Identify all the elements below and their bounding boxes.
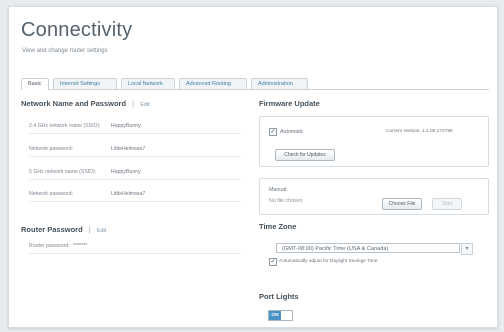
password-5-value: LittleHelmsea7 [111,191,146,197]
network-section-title: Network Name and Password | Edit [21,99,150,108]
router-password-value: ******* [73,243,88,249]
password-24-label: Network password: [29,146,74,152]
router-password-label: Router password: [29,243,70,249]
no-file-chosen-text: No file chosen [269,198,303,204]
current-version: Current Version: 1.1.00.172796 [386,129,453,134]
ssid-24-label: 2.4 GHz network name (SSID): [29,123,101,129]
connectivity-window: Connectivity View and change router sett… [8,6,498,328]
chevron-down-icon[interactable]: ▾ [461,243,473,255]
checkmark-icon: ✓ [270,129,276,135]
toggle-on-label: ON [269,311,281,320]
network-row-ssid-24: 2.4 GHz network name (SSID): HappyBunny [29,120,241,134]
password-5-label: Network password: [29,191,74,197]
dst-label: Automatically adjust for Daylight Saving… [279,259,378,264]
time-zone-section-title: Time Zone [259,222,297,231]
tab-administration[interactable]: Administration [251,78,308,89]
router-password-section-title: Router Password | Edit [21,225,106,234]
password-24-value: LittleHelmsea7 [111,146,146,152]
port-lights-toggle[interactable]: ON [268,310,293,321]
automatic-checkbox[interactable]: ✓ [269,128,277,136]
ssid-5-value: HappyBunny [111,169,141,175]
router-password-row: Router password: ******* [29,240,241,254]
checkmark-icon: ✓ [270,259,276,265]
tab-bar: Basic Internet Settings Local Network Ad… [21,77,489,90]
manual-label: Manual: [269,187,288,193]
network-row-password-5: Network password: LittleHelmsea7 [29,188,241,202]
network-row-password-24: Network password: LittleHelmsea7 [29,143,241,157]
network-edit-link[interactable]: Edit [140,102,149,108]
separator: | [132,99,135,108]
firmware-auto-panel: ✓ Automatic Current Version: 1.1.00.1727… [259,116,489,167]
page-title: Connectivity [21,19,133,41]
dst-checkbox[interactable]: ✓ [269,258,277,266]
firmware-section-title: Firmware Update [259,99,320,108]
time-zone-select[interactable]: (GMT-08:00) Pacific Time (USA & Canada) [276,243,460,253]
start-button[interactable]: Start [432,198,462,210]
choose-file-button[interactable]: Choose File [382,198,422,210]
network-title-text: Network Name and Password [21,99,127,108]
firmware-manual-panel: Manual: No file chosen Choose File Start [259,178,489,215]
network-row-ssid-5: 5 GHz network name (SSID): HappyBunny [29,166,241,180]
check-for-updates-button[interactable]: Check for Updates [275,149,335,161]
port-lights-section-title: Port Lights [259,292,299,301]
automatic-label: Automatic [280,129,304,135]
ssid-5-label: 5 GHz network name (SSID): [29,169,97,175]
tab-internet-settings[interactable]: Internet Settings [53,78,117,89]
separator: | [88,225,91,234]
ssid-24-value: HappyBunny [111,123,141,129]
router-password-edit-link[interactable]: Edit [97,228,106,234]
tab-advanced-routing[interactable]: Advanced Routing [179,78,247,89]
tab-basic[interactable]: Basic [21,78,49,90]
tab-local-network[interactable]: Local Network [121,78,175,89]
page-subtitle: View and change router settings [22,48,108,54]
router-password-title-text: Router Password [21,225,83,234]
